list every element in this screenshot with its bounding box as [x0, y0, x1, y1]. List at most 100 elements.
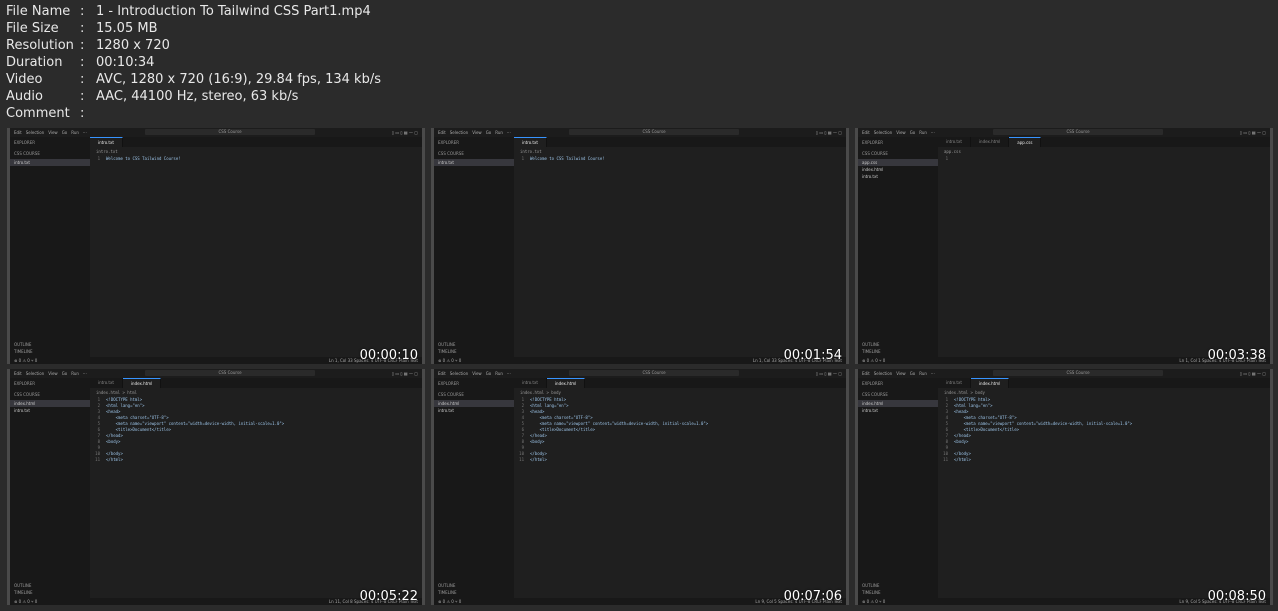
timeline-panel: TIMELINE [862, 590, 881, 595]
window-controls: ▯ ▭ ▯ ▦ — ▢ [391, 130, 418, 135]
explorer-sidebar: EXPLORER CSS COURSE intro.txt OUTLINE TIMELI… [434, 137, 514, 357]
editor-tab: intro.txt [938, 137, 971, 147]
menu-item: Edit [438, 371, 446, 376]
menu-item: Go [485, 371, 492, 376]
menu-item: View [472, 371, 482, 376]
code-text: </html> [954, 457, 971, 462]
problems-status: ⊗ 0 ⚠ 0 ⑂ 0 [438, 358, 462, 363]
outline-panel: OUTLINE [438, 583, 456, 588]
code-line: 1 Welcome to CSS Tailwind Course! [90, 156, 422, 162]
timeline-panel: TIMELINE [438, 590, 457, 595]
code-line: 11 </html> [90, 457, 422, 463]
cursor-position: Ln 9, Col 5 [1179, 599, 1201, 604]
cursor-position: Ln 9, Col 5 [755, 599, 777, 604]
folder-name: CSS COURSE [14, 392, 40, 397]
menu-item: ··· [930, 130, 935, 135]
cursor-position: Ln 1, Col 33 [752, 358, 777, 363]
title-bar: Edit Selection View Go Run ··· CSS Course ▯ ▭ ▯… [858, 369, 1270, 378]
outline-panel: OUTLINE [862, 342, 880, 347]
search-box: CSS Course [993, 129, 1163, 135]
sidebar-panels: OUTLINE TIMELINE [438, 582, 457, 596]
search-box: CSS Course [145, 129, 315, 135]
code-line: 11 </html> [514, 457, 846, 463]
menu-item: View [896, 130, 906, 135]
menu-item: Edit [862, 371, 870, 376]
video-thumbnail[interactable]: Edit Selection View Go Run ··· CSS Course ▯ ▭ ▯… [855, 128, 1273, 364]
menu-item: Edit [862, 130, 870, 135]
video-thumbnail[interactable]: Edit Selection View Go Run ··· CSS Course ▯ ▭ ▯… [7, 369, 425, 605]
menu-item: Run [71, 371, 79, 376]
timestamp: 00:01:54 [783, 348, 842, 363]
problems-status: ⊗ 0 ⚠ 0 ⑂ 0 [14, 358, 38, 363]
timestamp: 00:08:50 [1207, 589, 1266, 604]
file-item: index.html [434, 400, 514, 407]
sidebar-panels: OUTLINE TIMELINE [862, 582, 881, 596]
editor-tab: intro.txt [90, 378, 123, 388]
info-value: 1280 x 720 [96, 38, 170, 53]
menu-item: View [472, 130, 482, 135]
cursor-position: Ln 1, Col 1 [1179, 358, 1201, 363]
folder-name: CSS COURSE [862, 392, 888, 397]
outline-panel: OUTLINE [438, 342, 456, 347]
editor-tab: intro.txt [938, 378, 971, 388]
timeline-panel: TIMELINE [862, 349, 881, 354]
folder-name: CSS COURSE [14, 151, 40, 156]
sidebar-panels: OUTLINE TIMELINE [14, 341, 33, 355]
info-colon: : [80, 72, 85, 87]
info-colon: : [80, 4, 85, 19]
info-key: Audio [6, 89, 43, 104]
video-thumbnail[interactable]: Edit Selection View Go Run ··· CSS Course ▯ ▭ ▯… [7, 128, 425, 364]
breadcrumb: intro.txt [96, 149, 118, 154]
breadcrumb: index.html > body [944, 390, 985, 395]
info-key: Resolution [6, 38, 74, 53]
video-thumbnail[interactable]: Edit Selection View Go Run ··· CSS Course ▯ ▭ ▯… [855, 369, 1273, 605]
menu-item: ··· [82, 371, 87, 376]
explorer-sidebar: EXPLORER CSS COURSE intro.txt OUTLINE TIMELI… [10, 137, 90, 357]
editor-tab: intro.txt [514, 378, 547, 388]
info-key: File Size [6, 21, 59, 36]
info-row: Audio: AAC, 44100 Hz, stereo, 63 kb/s [6, 88, 381, 105]
explorer-title: EXPLORER [862, 381, 883, 386]
info-key: File Name [6, 4, 71, 19]
code-text: </html> [530, 457, 547, 462]
file-item: index.html [10, 400, 90, 407]
menu-item: Run [495, 371, 503, 376]
code-text: <body> [530, 439, 545, 444]
menu-item: ··· [506, 371, 511, 376]
outline-panel: OUTLINE [14, 342, 32, 347]
menu-item: Selection [25, 371, 45, 376]
explorer-title: EXPLORER [14, 140, 35, 145]
line-number: 1 [97, 156, 100, 161]
info-row: Video: AVC, 1280 x 720 (16:9), 29.84 fps,… [6, 71, 381, 88]
code-editor: index.html > html 1 <!DOCTYPE html> 2 <html … [90, 388, 422, 598]
menu-item: View [896, 371, 906, 376]
problems-status: ⊗ 0 ⚠ 0 ⑂ 0 [862, 599, 886, 604]
sidebar-panels: OUTLINE TIMELINE [14, 582, 33, 596]
explorer-sidebar: EXPLORER CSS COURSE app.css index.html intro… [858, 137, 938, 357]
code-line: 11 </html> [938, 457, 1270, 463]
menu-item: Edit [14, 371, 22, 376]
problems-status: ⊗ 0 ⚠ 0 ⑂ 0 [862, 358, 886, 363]
folder-name: CSS COURSE [438, 392, 464, 397]
title-bar: Edit Selection View Go Run ··· CSS Course ▯ ▭ ▯… [858, 128, 1270, 137]
title-bar: Edit Selection View Go Run ··· CSS Course ▯ ▭ ▯… [434, 128, 846, 137]
info-key: Comment [6, 106, 70, 121]
info-colon: : [80, 55, 85, 70]
tab-bar: intro.txt index.html [514, 378, 846, 388]
file-item: intro.txt [434, 159, 514, 166]
menu-item: Selection [449, 371, 469, 376]
video-thumbnail[interactable]: Edit Selection View Go Run ··· CSS Course ▯ ▭ ▯… [431, 128, 849, 364]
info-key: Duration [6, 55, 63, 70]
info-colon: : [80, 106, 85, 121]
menu-item: View [48, 130, 58, 135]
window-controls: ▯ ▭ ▯ ▦ — ▢ [1239, 130, 1266, 135]
video-thumbnail[interactable]: Edit Selection View Go Run ··· CSS Course ▯ ▭ ▯… [431, 369, 849, 605]
code-text: </html> [106, 457, 123, 462]
title-bar: Edit Selection View Go Run ··· CSS Course ▯ ▭ ▯… [10, 369, 422, 378]
folder-name: CSS COURSE [438, 151, 464, 156]
file-item: intro.txt [14, 408, 30, 413]
window-controls: ▯ ▭ ▯ ▦ — ▢ [391, 371, 418, 376]
file-item: intro.txt [862, 408, 878, 413]
window-controls: ▯ ▭ ▯ ▦ — ▢ [815, 371, 842, 376]
menu-item: Selection [873, 130, 893, 135]
